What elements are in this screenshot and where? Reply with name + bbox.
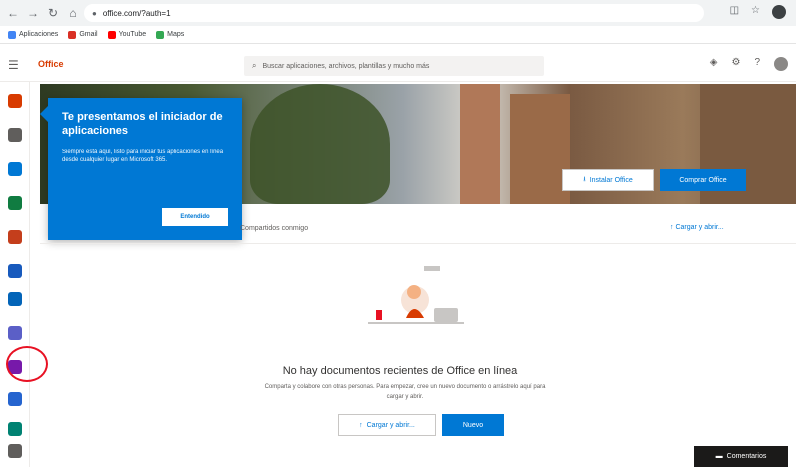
callout-title: Te presentamos el iniciador de aplicacio…	[62, 111, 223, 137]
bookmark-maps[interactable]: Maps	[156, 30, 185, 39]
feedback-button[interactable]: ▬ Comentarios	[694, 446, 788, 467]
empty-state-title: No hay documentos recientes de Office en…	[282, 365, 518, 377]
forward-arrow-icon[interactable]: →	[26, 6, 40, 20]
rail-home-icon[interactable]	[8, 94, 22, 108]
highlight-circle	[6, 346, 48, 382]
illus-head	[407, 285, 421, 299]
browser-toolbar: ← → ↻ ⌂ ● office.com/?auth=1 ◫ ☆	[0, 0, 796, 26]
new-button[interactable]: Nuevo	[442, 414, 504, 436]
back-arrow-icon[interactable]: ←	[6, 6, 20, 20]
illus-laptop	[434, 308, 458, 322]
rail-all-apps-icon[interactable]	[8, 444, 22, 458]
bookmark-youtube[interactable]: YouTube	[107, 30, 147, 39]
url-text: office.com/?auth=1	[102, 8, 171, 18]
diamond-icon[interactable]: ◈	[710, 57, 718, 71]
illus-cup	[376, 310, 382, 320]
avatar[interactable]	[774, 57, 788, 71]
got-it-button[interactable]: Entendido	[162, 208, 228, 226]
app-rail	[0, 82, 30, 467]
rail-word-icon[interactable]	[8, 264, 22, 278]
bookmark-label: Maps	[167, 31, 185, 38]
bookmark-gmail[interactable]: Gmail	[68, 30, 98, 39]
rail-powerpoint-icon[interactable]	[8, 230, 22, 244]
rail-outlook-icon[interactable]	[8, 162, 22, 176]
search-input[interactable]: ⌕ Buscar aplicaciones, archivos, plantil…	[244, 56, 544, 76]
illus-cloud	[424, 266, 440, 271]
buy-office-label: Comprar Office	[679, 176, 727, 184]
buy-office-button[interactable]: Comprar Office	[660, 169, 746, 191]
section-divider	[40, 243, 796, 244]
empty-state-illustration	[368, 266, 464, 324]
office-header: ☰ Office ⌕ Buscar aplicaciones, archivos…	[0, 44, 796, 82]
help-icon[interactable]: ?	[754, 57, 760, 71]
bookmarks-bar: Aplicaciones Gmail YouTube Maps	[0, 26, 796, 44]
header-actions: ◈ ⚙ ?	[710, 57, 788, 71]
install-office-label: Instalar Office	[589, 176, 633, 184]
extensions-icon[interactable]: ◫	[730, 5, 739, 19]
upload-open-link[interactable]: ↑ Cargar y abrir...	[670, 224, 724, 231]
bookmark-aplicaciones[interactable]: Aplicaciones	[8, 30, 59, 39]
star-icon[interactable]: ☆	[751, 5, 760, 19]
teaching-callout: Te presentamos el iniciador de aplicacio…	[40, 98, 242, 240]
bookmark-label: Aplicaciones	[19, 31, 59, 38]
bookmark-icon	[107, 30, 116, 39]
gear-icon[interactable]: ⚙	[731, 57, 740, 71]
callout-body: Siempre está aquí, listo para iniciar tu…	[62, 149, 224, 163]
rail-teams-icon[interactable]	[8, 326, 22, 340]
hero-building	[510, 94, 570, 204]
callout-beak	[40, 106, 48, 122]
upload-open-label: Cargar y abrir...	[675, 224, 724, 231]
tab-shared-with-me[interactable]: Compartidos conmigo	[240, 225, 308, 232]
search-placeholder: Buscar aplicaciones, archivos, plantilla…	[262, 62, 430, 70]
feedback-label: Comentarios	[726, 453, 767, 460]
install-office-button[interactable]: ⭳ Instalar Office	[562, 169, 654, 191]
waffle-icon[interactable]: ☰	[8, 58, 19, 72]
upload-icon: ↑	[670, 224, 674, 231]
hero-building	[460, 84, 500, 204]
browser-actions: ◫ ☆	[730, 5, 786, 19]
address-bar[interactable]: ● office.com/?auth=1	[84, 4, 704, 22]
rail-todo-icon[interactable]	[8, 392, 22, 406]
upload-icon: ↑	[359, 421, 363, 429]
rail-sway-icon[interactable]	[8, 422, 22, 436]
upload-open-button-label: Cargar y abrir...	[366, 421, 415, 429]
hero-tree	[250, 84, 390, 204]
bookmark-icon	[68, 30, 77, 39]
profile-avatar[interactable]	[772, 5, 786, 19]
lock-icon: ●	[92, 8, 97, 18]
bookmark-label: Gmail	[79, 31, 98, 38]
search-icon: ⌕	[252, 61, 257, 70]
rail-excel-icon[interactable]	[8, 196, 22, 210]
office-brand[interactable]: Office	[38, 59, 64, 69]
bookmark-icon	[8, 30, 16, 39]
bookmark-icon	[156, 30, 165, 39]
rail-onedrive-icon[interactable]	[8, 292, 22, 306]
reload-icon[interactable]: ↻	[46, 6, 60, 20]
upload-open-button[interactable]: ↑ Cargar y abrir...	[338, 414, 436, 436]
empty-state-subtitle: Comparta y colabore con otras personas. …	[264, 384, 546, 400]
illus-desk	[368, 322, 464, 324]
home-icon[interactable]: ⌂	[66, 6, 80, 20]
rail-create-icon[interactable]	[8, 128, 22, 142]
bookmark-label: YouTube	[118, 31, 147, 38]
download-icon: ⭳	[583, 175, 586, 183]
comment-icon: ▬	[715, 453, 723, 460]
